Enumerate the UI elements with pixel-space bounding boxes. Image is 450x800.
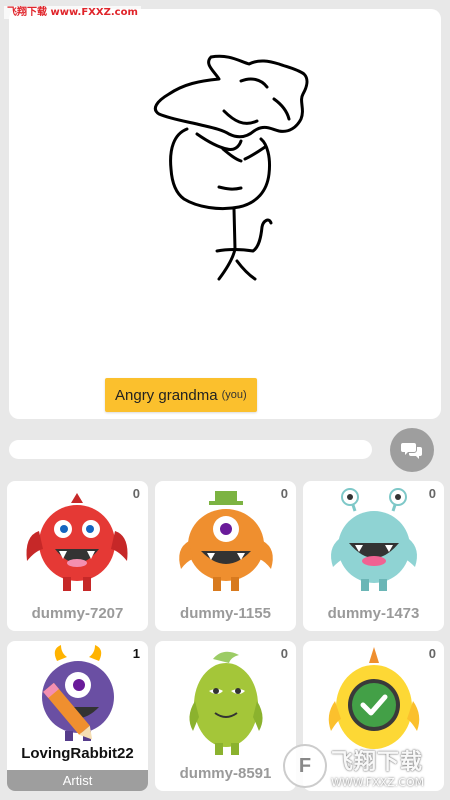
- word-tag: Angry grandma (you): [105, 378, 257, 412]
- watermark-url: WWW.FXXZ.COM: [331, 775, 425, 789]
- red-monster-avatar: [26, 493, 128, 591]
- teal-monster-avatar: [331, 488, 417, 591]
- player-name: dummy-7207: [31, 605, 124, 622]
- player-card-artist[interactable]: 1 LovingRabbit22 Artist: [7, 641, 148, 791]
- orange-monster-avatar: [179, 491, 273, 591]
- player-card[interactable]: 0 dummy-1155: [155, 481, 296, 631]
- fxxz-logo-icon: F: [283, 744, 327, 788]
- watermark-bottom: F 飞翔下载 WWW.FXXZ.COM: [283, 737, 443, 795]
- role-badge: Artist: [7, 770, 148, 791]
- chat-bubbles-icon: [401, 443, 422, 459]
- watermark-title: 飞翔下载: [331, 749, 424, 775]
- chat-button[interactable]: [390, 428, 434, 472]
- player-card[interactable]: 0 dummy-7207: [7, 481, 148, 631]
- you-label: (you): [221, 389, 247, 401]
- player-name: dummy-1473: [327, 605, 420, 622]
- player-name: dummy-8591: [179, 765, 272, 782]
- player-name: dummy-1155: [180, 605, 271, 622]
- guess-input[interactable]: [9, 440, 372, 459]
- word-label: Angry grandma: [115, 386, 218, 404]
- drawing-strokes: [153, 54, 309, 281]
- green-monster-avatar: [189, 651, 263, 755]
- player-card[interactable]: 0 dummy-8591: [155, 641, 296, 791]
- watermark-top: 飞翔下载 www.FXXZ.com: [4, 6, 141, 19]
- player-name: LovingRabbit22: [21, 745, 134, 762]
- drawing-canvas[interactable]: Angry grandma (you): [9, 9, 441, 419]
- player-card[interactable]: 0 dummy-1473: [303, 481, 444, 631]
